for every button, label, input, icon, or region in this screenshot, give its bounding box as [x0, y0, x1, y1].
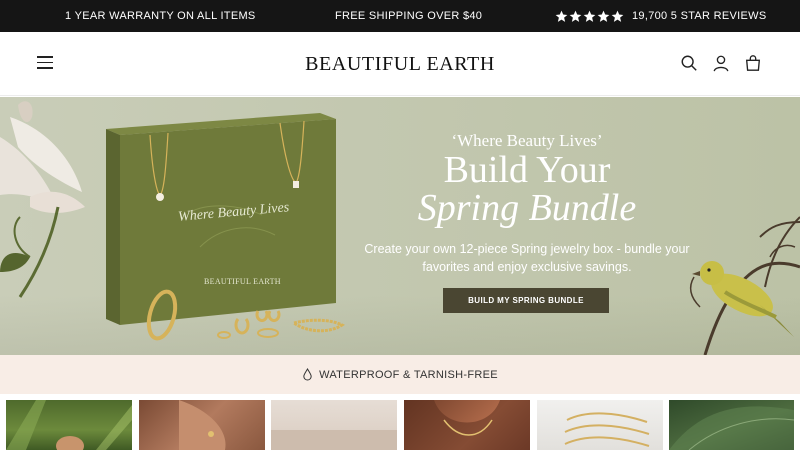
product-tiles [6, 400, 794, 450]
build-bundle-button[interactable]: BUILD MY SPRING BUNDLE [443, 288, 609, 313]
hero-title: Build Your [443, 149, 611, 191]
star-icon [597, 10, 610, 22]
reviews-link[interactable]: 19,700 5 STAR REVIEWS [555, 0, 766, 32]
hero-subtitle-line2: favorites and enjoy exclusive savings. [422, 260, 632, 274]
feature-strip: WATERPROOF & TARNISH-FREE [0, 355, 800, 394]
bird-on-branch-illustration [689, 216, 800, 355]
lily-flower-illustration [0, 101, 85, 298]
water-drop-icon [302, 368, 313, 381]
product-tile[interactable] [6, 400, 132, 450]
menu-icon[interactable] [37, 56, 53, 70]
hero-eyebrow: ‘Where Beauty Lives’ [451, 131, 603, 150]
site-header: BEAUTIFUL EARTH [0, 32, 800, 96]
account-icon[interactable] [712, 54, 730, 72]
product-tile[interactable] [404, 400, 530, 450]
product-tile[interactable] [271, 400, 397, 450]
announcement-bar: 1 YEAR WARRANTY ON ALL ITEMS FREE SHIPPI… [0, 0, 800, 32]
rating-stars [555, 10, 624, 23]
hero-subtitle-line1: Create your own 12-piece Spring jewelry … [364, 242, 690, 256]
product-tile[interactable] [537, 400, 663, 450]
product-tile[interactable] [139, 400, 265, 450]
cart-icon[interactable] [744, 54, 762, 72]
hero-subtitle: Create your own 12-piece Spring jewelry … [360, 240, 694, 276]
star-icon [583, 10, 596, 22]
search-icon[interactable] [680, 54, 698, 72]
header-actions [680, 54, 762, 72]
star-icon [611, 10, 624, 22]
shipping-text: FREE SHIPPING OVER $40 [335, 10, 483, 22]
box-brand-text: BEAUTIFUL EARTH [204, 277, 281, 286]
star-icon [555, 10, 568, 22]
feature-label: WATERPROOF & TARNISH-FREE [319, 368, 498, 381]
product-tile[interactable] [669, 400, 794, 450]
hero-title-italic: Spring Bundle [417, 187, 637, 229]
warranty-text: 1 YEAR WARRANTY ON ALL ITEMS [65, 10, 256, 22]
reviews-text: 19,700 5 STAR REVIEWS [632, 10, 767, 22]
hero-banner[interactable]: Where Beauty Lives BEAUTIFUL EARTH ‘Wher… [0, 97, 800, 355]
star-icon [569, 10, 582, 22]
